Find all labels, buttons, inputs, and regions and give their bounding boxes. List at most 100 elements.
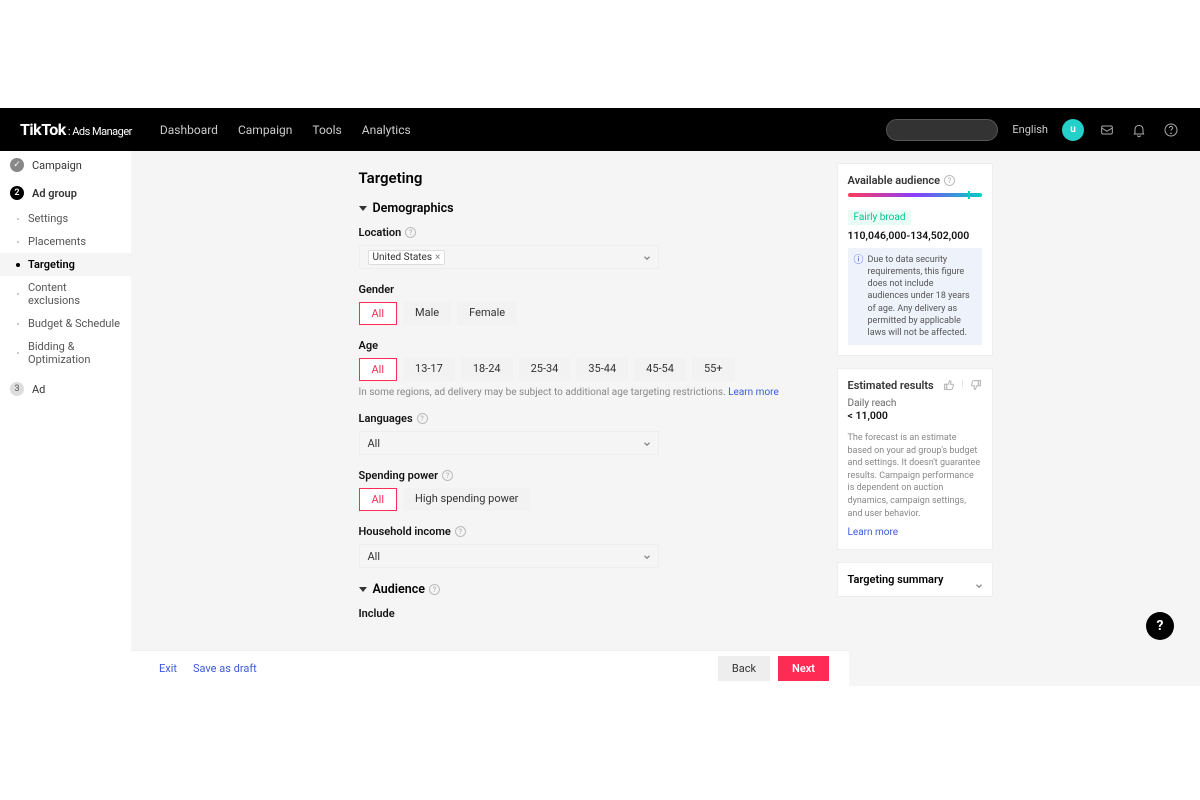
sidebar-item-placements[interactable]: Placements (0, 230, 131, 253)
sidebar-item-settings[interactable]: Settings (0, 207, 131, 230)
gender-label: Gender (359, 283, 803, 296)
gender-female[interactable]: Female (457, 302, 517, 325)
forecast-learn-more-link[interactable]: Learn more (848, 527, 899, 538)
age-35-44[interactable]: 35-44 (576, 358, 628, 381)
languages-select[interactable]: All (359, 431, 659, 455)
sidebar-campaign[interactable]: ✓ Campaign (0, 151, 131, 179)
location-label: Location ? (359, 226, 803, 239)
info-icon[interactable]: ? (944, 175, 955, 186)
daily-reach-label: Daily reach (848, 398, 982, 409)
step-2-badge: 2 (10, 186, 24, 200)
chevron-down-icon (642, 253, 650, 261)
thumbs-down-icon[interactable] (970, 379, 982, 391)
brand-sub: : Ads Manager (68, 125, 132, 138)
back-button[interactable]: Back (718, 656, 770, 681)
available-audience-card: Available audience ? Fairly broad 110,04… (837, 163, 993, 356)
languages-value: All (368, 437, 381, 450)
sidebar-item-budget-schedule[interactable]: Budget & Schedule (0, 312, 131, 335)
page-title: Targeting (359, 169, 803, 187)
language-selector[interactable]: English (1012, 123, 1048, 136)
check-icon: ✓ (10, 158, 24, 172)
age-55-plus[interactable]: 55+ (692, 358, 735, 381)
targeting-summary-title: Targeting summary (848, 573, 944, 586)
audience-breadth-bar (848, 193, 982, 197)
info-icon[interactable]: ? (429, 584, 440, 595)
data-security-notice: ⓘ Due to data security requirements, thi… (848, 248, 982, 345)
sidebar-ad-label: Ad (32, 383, 45, 396)
spending-options: All High spending power (359, 488, 803, 511)
chevron-down-icon (359, 587, 367, 592)
sidebar-adgroup[interactable]: 2 Ad group (0, 179, 131, 207)
demographics-header[interactable]: Demographics (359, 201, 803, 216)
demographics-label: Demographics (373, 201, 454, 216)
exit-button[interactable]: Exit (151, 658, 185, 679)
info-icon[interactable]: ? (455, 526, 466, 537)
household-value: All (368, 550, 381, 563)
spending-label: Spending power ? (359, 469, 803, 482)
help-fab[interactable]: ? (1146, 612, 1174, 640)
gender-male[interactable]: Male (403, 302, 451, 325)
sidebar-item-targeting[interactable]: Targeting (0, 253, 131, 276)
chip-remove-icon[interactable]: × (435, 252, 440, 263)
nav-tools[interactable]: Tools (312, 123, 341, 137)
location-chip: United States × (368, 250, 446, 265)
next-button[interactable]: Next (778, 656, 829, 681)
gender-all[interactable]: All (359, 302, 398, 325)
info-icon[interactable]: ? (405, 227, 416, 238)
chevron-down-icon (642, 552, 650, 560)
estimated-results-card: Estimated results | Daily reach < 11,000… (837, 368, 993, 550)
chevron-down-icon (359, 206, 367, 211)
estimated-results-title: Estimated results (848, 379, 934, 392)
targeting-summary-card[interactable]: Targeting summary (837, 562, 993, 597)
audience-label: Audience (373, 582, 426, 597)
languages-label: Languages ? (359, 412, 803, 425)
top-nav: TikTok: Ads Manager Dashboard Campaign T… (0, 108, 1200, 151)
save-draft-button[interactable]: Save as draft (185, 658, 265, 679)
spending-high[interactable]: High spending power (403, 488, 530, 511)
breadth-badge: Fairly broad (848, 210, 912, 225)
info-icon[interactable]: ? (417, 413, 428, 424)
bell-icon[interactable] (1130, 121, 1148, 139)
age-label: Age (359, 339, 803, 352)
inbox-icon[interactable] (1098, 121, 1116, 139)
targeting-panel: Targeting Demographics Location ? United… (339, 163, 823, 686)
info-icon[interactable]: ? (442, 470, 453, 481)
household-select[interactable]: All (359, 544, 659, 568)
available-audience-title: Available audience (848, 174, 941, 187)
location-select[interactable]: United States × (359, 245, 659, 269)
age-all[interactable]: All (359, 358, 398, 381)
age-25-34[interactable]: 25-34 (519, 358, 571, 381)
nav-analytics[interactable]: Analytics (362, 123, 411, 137)
age-45-54[interactable]: 45-54 (634, 358, 686, 381)
thumbs-up-icon[interactable] (943, 379, 955, 391)
brand-name: TikTok (20, 120, 66, 139)
forecast-note: The forecast is an estimate based on you… (848, 432, 982, 520)
footer-bar: Exit Save as draft Back Next (131, 650, 849, 686)
chevron-down-icon (974, 576, 982, 584)
nav-dashboard[interactable]: Dashboard (160, 123, 218, 137)
age-note: In some regions, ad delivery may be subj… (359, 387, 803, 398)
age-13-17[interactable]: 13-17 (403, 358, 455, 381)
avatar[interactable]: u (1062, 119, 1084, 141)
age-18-24[interactable]: 18-24 (461, 358, 513, 381)
account-search[interactable] (886, 119, 998, 141)
sidebar-item-bidding[interactable]: Bidding & Optimization (0, 335, 131, 371)
audience-header[interactable]: Audience ? (359, 582, 803, 597)
daily-reach-value: < 11,000 (848, 409, 982, 422)
campaign-sidebar: ✓ Campaign 2 Ad group Settings Placement… (0, 151, 131, 686)
brand-logo: TikTok: Ads Manager (20, 120, 132, 139)
help-icon[interactable] (1162, 121, 1180, 139)
right-aside: Available audience ? Fairly broad 110,04… (837, 163, 993, 686)
age-learn-more-link[interactable]: Learn more (728, 387, 779, 398)
sidebar-campaign-label: Campaign (32, 159, 82, 172)
include-label: Include (359, 607, 803, 620)
sidebar-ad[interactable]: 3 Ad (0, 375, 131, 403)
spending-all[interactable]: All (359, 488, 398, 511)
sidebar-item-content-exclusions[interactable]: Content exclusions (0, 276, 131, 312)
household-label: Household income ? (359, 525, 803, 538)
age-options: All 13-17 18-24 25-34 35-44 45-54 55+ (359, 358, 803, 381)
audience-range: 110,046,000-134,502,000 (848, 229, 982, 242)
nav-campaign[interactable]: Campaign (238, 123, 292, 137)
chevron-down-icon (642, 439, 650, 447)
sidebar-adgroup-label: Ad group (32, 187, 77, 200)
